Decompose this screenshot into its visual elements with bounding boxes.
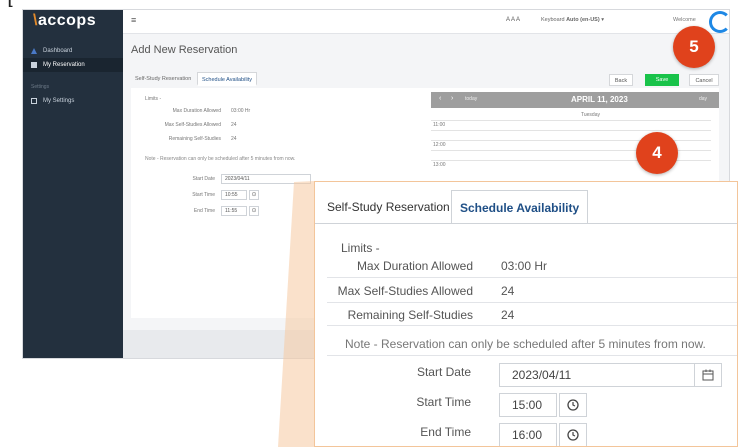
zoom-end-time-input[interactable]: 16:00 (499, 423, 557, 446)
row-divider (327, 325, 737, 326)
tab-divider (315, 223, 737, 224)
clock-icon[interactable] (559, 393, 587, 417)
zoom-start-date-input[interactable]: 2023/04/11 (499, 363, 695, 387)
calendar-icon[interactable] (694, 363, 722, 387)
zoom-tab-self-study-reservation[interactable]: Self-Study Reservation (319, 190, 458, 224)
zoom-max-self-studies-label: Max Self-Studies Allowed (337, 284, 473, 298)
row-divider (327, 302, 737, 303)
zoom-start-time-input[interactable]: 15:00 (499, 393, 557, 417)
tutorial-screenshot: [ \accops Dashboard My Reservation Setti… (0, 0, 738, 447)
zoomed-form-callout: Self-Study Reservation Schedule Availabi… (314, 181, 738, 447)
zoom-max-self-studies-value: 24 (501, 284, 515, 298)
step-4-badge: 4 (636, 132, 678, 174)
zoom-start-time-label: Start Time (416, 395, 471, 409)
zoom-limits-heading: Limits - (341, 241, 380, 255)
row-divider (327, 277, 737, 278)
zoom-start-date-label: Start Date (416, 365, 471, 379)
zoom-remaining-self-studies-label: Remaining Self-Studies (347, 308, 473, 322)
zoom-tab-schedule-availability[interactable]: Schedule Availability (451, 190, 589, 224)
zoom-end-time-label: End Time (420, 425, 471, 439)
row-divider (327, 355, 737, 356)
step-5-badge: 5 (673, 26, 715, 68)
clock-icon[interactable] (559, 423, 587, 446)
zoom-scheduling-note: Note - Reservation can only be scheduled… (345, 337, 706, 351)
zoom-max-duration-value: 03:00 Hr (501, 259, 548, 273)
zoom-remaining-self-studies-value: 24 (501, 308, 515, 322)
zoom-max-duration-label: Max Duration Allowed (356, 259, 473, 273)
